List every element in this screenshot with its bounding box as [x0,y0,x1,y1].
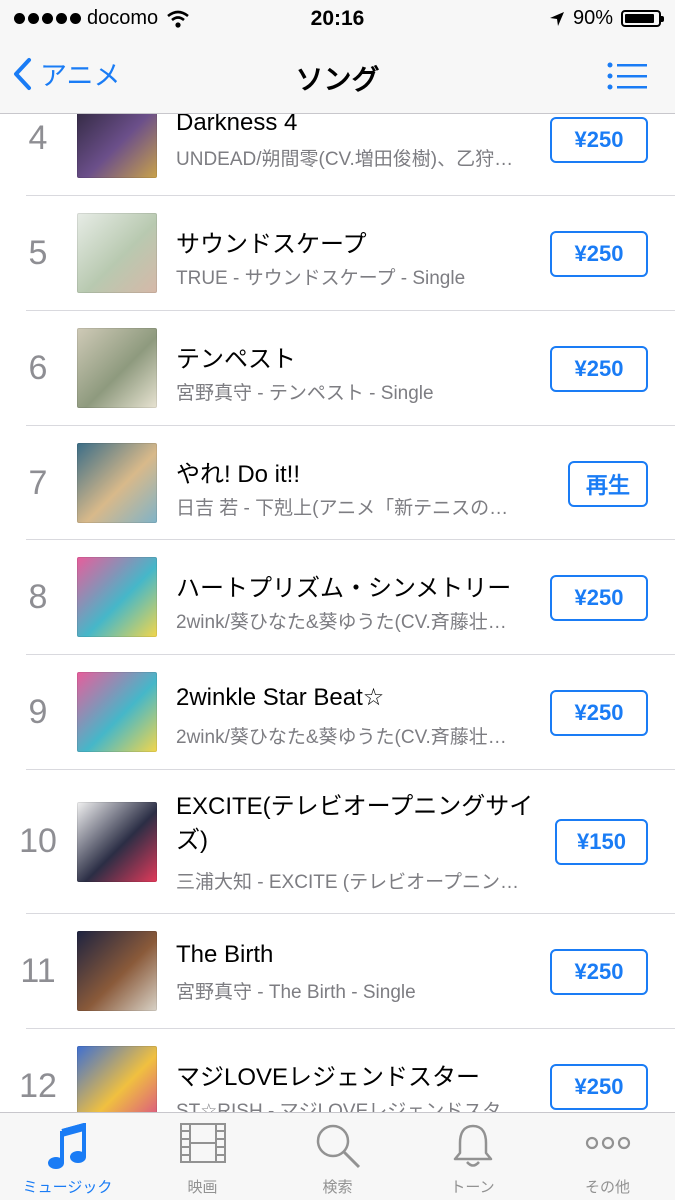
buy-button[interactable]: ¥250 [550,949,648,995]
tab-label: トーン [450,1179,495,1196]
tab-search[interactable]: 検索 [270,1113,405,1201]
tab-label: 映画 [187,1179,218,1196]
buy-button[interactable]: ¥250 [550,117,648,163]
tab-tones[interactable]: トーン [405,1113,540,1201]
song-subtitle: 2wink/葵ひなた&葵ゆうた(CV.斉藤壮… [176,612,507,633]
album-art [77,1046,157,1112]
song-subtitle: ST☆RISH - マジLOVEレジェンドスタ… [176,1101,521,1112]
song-rank: 12 [19,1067,57,1105]
buy-button[interactable]: ¥250 [550,231,648,277]
song-row[interactable]: 6 テンペスト 宮野真守 - テンペスト - Single ¥250 [0,311,675,426]
tab-movies[interactable]: 映画 [135,1113,270,1201]
album-art [77,931,157,1011]
song-title: マジLOVEレジェンドスター [176,1064,481,1091]
song-rank: 5 [28,234,48,272]
album-art [77,802,157,882]
music-note-icon [47,1123,86,1169]
search-icon [316,1124,360,1169]
song-rank: 11 [20,952,56,990]
song-title: Darkness 4 [176,114,298,136]
play-button[interactable]: 再生 [568,461,648,507]
song-row[interactable]: 4 Darkness 4 UNDEAD/朔間零(CV.増田俊樹)、乙狩… ¥25… [0,114,675,196]
status-bar: docomo 20:16 90% [0,0,675,38]
song-title: サウンドスケープ [176,231,367,258]
song-row[interactable]: 8 ハートプリズム・シンメトリー 2wink/葵ひなた&葵ゆうた(CV.斉藤壮…… [0,540,675,655]
song-row[interactable]: 9 2winkle Star Beat☆ 2wink/葵ひなた&葵ゆうた(CV.… [0,655,675,770]
tab-more[interactable]: その他 [540,1113,675,1201]
list-view-button[interactable] [607,62,647,95]
buy-button[interactable]: ¥150 [555,819,648,865]
song-title: 2winkle Star Beat☆ [176,684,385,711]
album-art [77,114,157,178]
buy-button[interactable]: ¥250 [550,346,648,392]
song-subtitle: 宮野真守 - テンペスト - Single [176,383,434,404]
back-button[interactable]: アニメ [12,54,120,93]
song-row[interactable]: 10 EXCITE(テレビオープニングサイズ) 三浦大知 - EXCITE (テ… [0,770,675,914]
buy-button[interactable]: ¥250 [550,690,648,736]
back-button-label: アニメ [40,61,121,91]
list-icon [607,62,647,90]
song-subtitle: 三浦大知 - EXCITE (テレビオープニン… [176,872,519,893]
song-row[interactable]: 5 サウンドスケープ TRUE - サウンドスケープ - Single ¥250 [0,196,675,311]
song-title: テンペスト [176,346,296,373]
buy-button[interactable]: ¥250 [550,1064,648,1110]
song-subtitle: 宮野真守 - The Birth - Single [176,982,416,1003]
buy-button[interactable]: ¥250 [550,575,648,621]
location-arrow-icon [549,11,564,26]
carrier-info: docomo [14,7,190,30]
tab-label: その他 [584,1179,630,1196]
song-rank: 10 [19,822,57,860]
tab-label: ミュージック [22,1179,113,1196]
song-rank: 6 [28,349,48,387]
signal-strength-icon [14,13,81,24]
song-title: やれ! Do it!! [176,461,301,488]
bell-icon [453,1124,492,1167]
song-subtitle: TRUE - サウンドスケープ - Single [176,268,466,289]
song-row[interactable]: 12 マジLOVEレジェンドスター ST☆RISH - マジLOVEレジェンドス… [0,1029,675,1112]
song-title: EXCITE(テレビオープニングサイズ) [176,793,534,854]
song-rank: 7 [28,464,48,502]
song-subtitle: 日吉 若 - 下剋上(アニメ「新テニスの王子… [176,498,521,519]
song-rank: 8 [28,578,48,616]
tab-bar: ミュージック 映画 検索 トーン その他 [0,1112,675,1200]
song-row[interactable]: 7 やれ! Do it!! 日吉 若 - 下剋上(アニメ「新テニスの王子… 再生 [0,426,675,540]
song-row[interactable]: 11 The Birth 宮野真守 - The Birth - Single ¥… [0,914,675,1029]
album-art [77,557,157,637]
navigation-bar: アニメ ソング [0,38,675,114]
song-subtitle: 2wink/葵ひなた&葵ゆうた(CV.斉藤壮… [176,727,507,748]
tab-label: 検索 [322,1179,353,1196]
album-art [77,672,157,752]
song-rank: 4 [28,119,48,157]
more-icon [585,1136,630,1150]
album-art [77,213,157,293]
carrier-name: docomo [87,7,159,29]
song-title: ハートプリズム・シンメトリー [176,575,512,602]
film-icon [179,1123,226,1163]
song-list: 4 Darkness 4 UNDEAD/朔間零(CV.増田俊樹)、乙狩… ¥25… [0,114,675,1112]
tab-music[interactable]: ミュージック [0,1113,135,1201]
song-subtitle: UNDEAD/朔間零(CV.増田俊樹)、乙狩… [176,149,514,170]
song-rank: 9 [28,693,48,731]
song-title: The Birth [176,941,274,968]
battery-percent: 90% [572,7,613,29]
wifi-icon [167,10,189,28]
status-right: 90% [549,7,664,30]
chevron-left-icon [14,57,31,90]
album-art [77,328,157,408]
album-art [77,443,157,523]
battery-icon [621,10,664,27]
